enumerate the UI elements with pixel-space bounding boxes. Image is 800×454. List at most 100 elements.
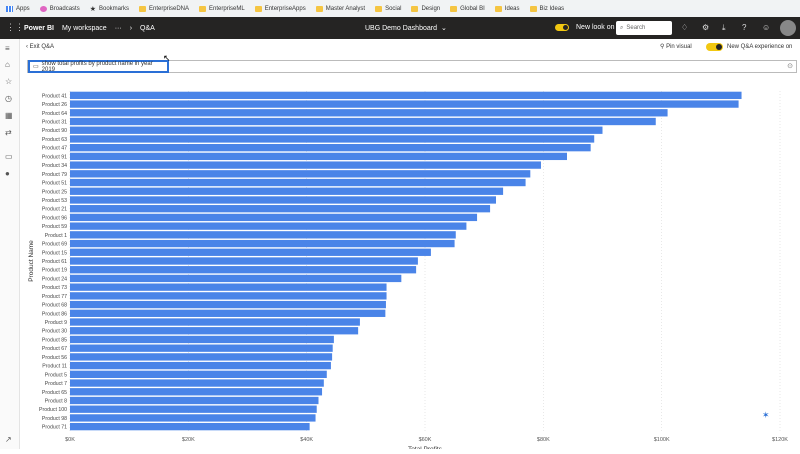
- bar[interactable]: [70, 318, 360, 326]
- breadcrumb-qa[interactable]: Q&A: [140, 25, 155, 32]
- expand-arrow-icon[interactable]: ↗: [5, 435, 12, 444]
- bar[interactable]: [70, 231, 456, 239]
- y-tick-label: Product 24: [42, 276, 67, 282]
- app-launcher-icon[interactable]: ⋮⋮: [6, 22, 24, 33]
- bar[interactable]: [70, 144, 591, 152]
- apps-icon[interactable]: ▦: [5, 111, 13, 120]
- search-input[interactable]: ⌕ Search: [616, 21, 672, 35]
- bookmarks-bar: Apps Broadcasts ★ Bookmarks EnterpriseDNA…: [0, 0, 800, 17]
- home-icon[interactable]: ⌂: [5, 60, 10, 69]
- bar[interactable]: [70, 396, 319, 405]
- y-tick-label: Product 73: [42, 285, 67, 291]
- bookmark-apps[interactable]: Apps: [6, 5, 30, 12]
- info-icon[interactable]: ⊙: [787, 62, 793, 70]
- help-icon[interactable]: ?: [742, 23, 746, 32]
- bookmark-bookmarks[interactable]: ★ Bookmarks: [90, 5, 129, 13]
- bar[interactable]: [70, 100, 739, 108]
- bar[interactable]: [70, 266, 417, 274]
- x-tick-label: $40K: [300, 437, 313, 443]
- bar[interactable]: [70, 257, 418, 265]
- bar[interactable]: [70, 335, 334, 344]
- bar[interactable]: [70, 117, 656, 126]
- bar[interactable]: [70, 422, 310, 431]
- dashboard-title-text: UBG Demo Dashboard: [365, 24, 437, 32]
- bar[interactable]: [70, 205, 491, 213]
- y-tick-label: Product 56: [42, 355, 67, 361]
- exit-qa-button[interactable]: ‹ Exit Q&A: [26, 44, 54, 50]
- x-tick-label: $20K: [182, 437, 195, 443]
- folder-icon: [494, 5, 502, 12]
- app-brand[interactable]: Power BI: [24, 25, 54, 32]
- breadcrumb-more[interactable]: ···: [115, 25, 122, 32]
- bookmark-folder[interactable]: EnterpriseApps: [254, 5, 306, 12]
- bookmark-folder[interactable]: Social: [375, 5, 401, 12]
- bar[interactable]: [70, 274, 402, 283]
- bar[interactable]: [70, 327, 359, 335]
- bell-icon[interactable]: ♢: [681, 23, 688, 32]
- bar[interactable]: [70, 344, 333, 352]
- new-qa-toggle-group: New Q&A experience on: [706, 43, 792, 51]
- bar[interactable]: [70, 187, 504, 195]
- bar[interactable]: [70, 353, 333, 361]
- bar[interactable]: [70, 370, 327, 378]
- dashboard-title[interactable]: UBG Demo Dashboard ⌄: [365, 24, 447, 33]
- bookmark-broadcasts[interactable]: Broadcasts: [39, 5, 80, 12]
- bar[interactable]: [70, 135, 595, 143]
- bar[interactable]: [70, 196, 496, 204]
- app-header: ⋮⋮ Power BI My workspace ··· › Q&A UBG D…: [0, 17, 800, 39]
- bar[interactable]: [70, 170, 531, 178]
- bar[interactable]: [70, 222, 467, 230]
- bar[interactable]: [70, 161, 541, 169]
- shared-icon[interactable]: ⇄: [5, 128, 12, 137]
- bar[interactable]: [70, 239, 455, 248]
- bar[interactable]: [70, 300, 386, 309]
- bookmark-folder[interactable]: Global BI: [450, 5, 485, 12]
- settings-icon[interactable]: ⚙: [702, 23, 709, 32]
- y-tick-label: Product 31: [42, 120, 67, 126]
- y-tick-label: Product 15: [42, 250, 67, 256]
- bookmark-label: Ideas: [504, 5, 520, 12]
- bar[interactable]: [70, 283, 387, 291]
- bookmark-folder[interactable]: Ideas: [494, 5, 520, 12]
- bookmark-folder[interactable]: Master Analyst: [315, 5, 365, 12]
- recent-icon[interactable]: ◷: [5, 94, 12, 103]
- bar[interactable]: [70, 248, 431, 256]
- hamburger-icon[interactable]: ≡: [5, 44, 10, 53]
- bar[interactable]: [70, 292, 387, 300]
- new-qa-toggle[interactable]: [706, 43, 723, 51]
- bar[interactable]: [70, 388, 323, 396]
- bar[interactable]: [70, 414, 316, 422]
- bar[interactable]: [70, 361, 331, 370]
- y-tick-label: Product 34: [42, 163, 67, 169]
- mouse-cursor-icon: ↖: [163, 53, 171, 63]
- download-icon[interactable]: ⤓: [722, 23, 726, 33]
- profile-icon[interactable]: ●: [5, 169, 10, 178]
- bookmark-folder[interactable]: EnterpriseML: [199, 5, 245, 12]
- feedback-icon[interactable]: ☺: [762, 23, 770, 32]
- new-look-toggle[interactable]: [555, 24, 569, 31]
- favorites-icon[interactable]: ☆: [5, 77, 12, 86]
- bar[interactable]: [70, 379, 324, 387]
- workspaces-icon[interactable]: ▭: [5, 152, 13, 161]
- bar[interactable]: [70, 309, 386, 317]
- qa-question-input[interactable]: ▭ show total profits by product name in …: [28, 60, 169, 73]
- bar[interactable]: [70, 178, 526, 187]
- y-tick-label: Product 41: [42, 93, 67, 99]
- bar[interactable]: [70, 152, 567, 161]
- bar[interactable]: [70, 126, 603, 134]
- chevron-right-icon: ›: [129, 24, 133, 32]
- y-tick-label: Product 9: [45, 320, 67, 326]
- bookmark-folder[interactable]: Biz Ideas: [529, 5, 564, 12]
- bar[interactable]: [70, 405, 317, 413]
- avatar[interactable]: [780, 20, 796, 36]
- y-tick-label: Product 85: [42, 337, 67, 343]
- bar[interactable]: [70, 109, 668, 117]
- pin-visual-button[interactable]: ⚲ Pin visual: [660, 43, 692, 50]
- bar[interactable]: [70, 213, 478, 222]
- chat-icon: ▭: [33, 64, 39, 70]
- star-icon: ★: [89, 5, 96, 13]
- bar[interactable]: [70, 91, 742, 100]
- bookmark-folder[interactable]: Design: [411, 5, 440, 12]
- bookmark-folder[interactable]: EnterpriseDNA: [139, 5, 189, 12]
- breadcrumb-workspace[interactable]: My workspace: [62, 25, 107, 32]
